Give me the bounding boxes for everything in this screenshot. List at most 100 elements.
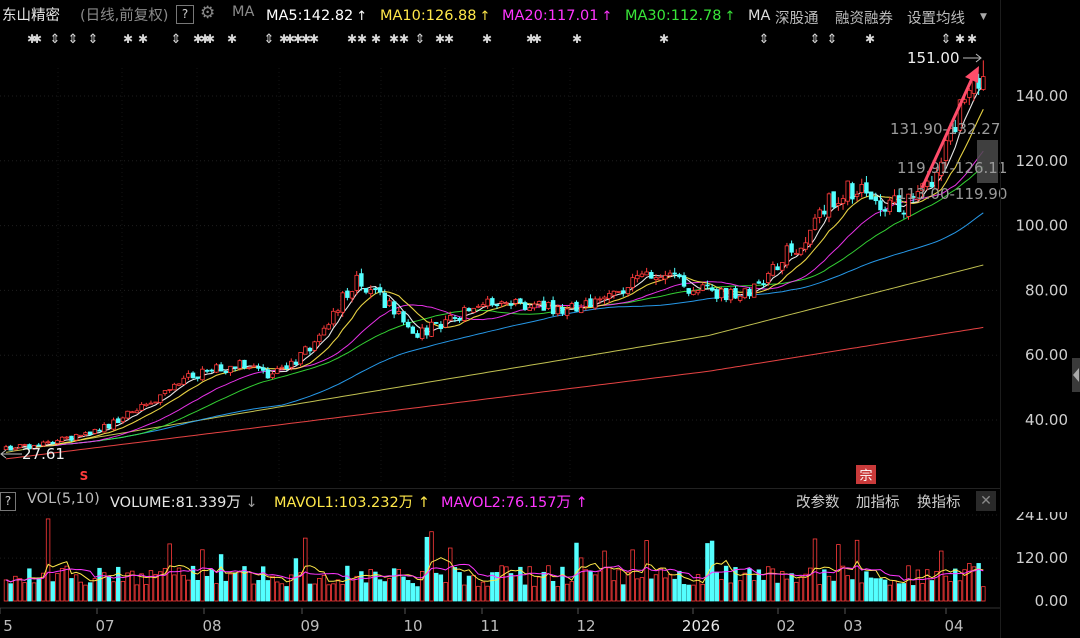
price-chart[interactable]: 140.00120.00100.0080.0060.0040.00✱✱ ⇕ ⇕ ⇕ ✱ ✱… bbox=[0, 28, 1080, 488]
volume-bar bbox=[462, 584, 467, 602]
expand-panel-handle[interactable] bbox=[1072, 358, 1080, 392]
candle bbox=[812, 213, 818, 231]
candle-body bbox=[817, 209, 822, 218]
candle-body bbox=[204, 369, 210, 372]
dropdown-caret-icon[interactable]: ▼ bbox=[980, 12, 987, 22]
volume-help-icon[interactable]: ? bbox=[0, 492, 16, 511]
star-marker: ✱ bbox=[532, 32, 542, 46]
volume-bars bbox=[3, 518, 986, 602]
candle bbox=[663, 270, 668, 285]
stock-name[interactable]: 东山精密 bbox=[2, 4, 60, 25]
help-icon[interactable]: ? bbox=[176, 5, 194, 24]
up-down-marker: ⇕ bbox=[810, 32, 821, 47]
candle-body bbox=[246, 367, 252, 369]
candle-body bbox=[139, 403, 144, 411]
volume-bar bbox=[677, 570, 682, 602]
candle bbox=[434, 321, 439, 325]
candle bbox=[55, 439, 60, 445]
volume-bar bbox=[625, 571, 631, 602]
price-mode[interactable]: (日线,前复权) bbox=[80, 4, 168, 25]
candle-body bbox=[527, 307, 532, 311]
candle bbox=[471, 307, 476, 313]
candle-body bbox=[144, 403, 149, 407]
volume-bar bbox=[868, 577, 874, 602]
volume-bar bbox=[906, 565, 911, 602]
header-tool-1[interactable]: 融资融券 bbox=[835, 7, 893, 28]
candle bbox=[293, 359, 299, 366]
volume-bar bbox=[452, 567, 458, 602]
volume-bar bbox=[639, 577, 645, 602]
volume-bar bbox=[583, 569, 589, 602]
change-params-button[interactable]: 改参数 bbox=[796, 491, 840, 512]
header-tool-2[interactable]: 设置均线 bbox=[907, 7, 965, 28]
candle bbox=[794, 249, 799, 255]
candle-body bbox=[887, 199, 892, 213]
candle-body bbox=[462, 307, 467, 321]
ma-label[interactable]: MA bbox=[232, 4, 254, 20]
candle-body bbox=[289, 360, 294, 368]
candle-body bbox=[808, 229, 813, 245]
event-marker-label: 宗 bbox=[859, 468, 872, 484]
candle bbox=[513, 298, 518, 307]
volume-bar bbox=[845, 575, 850, 602]
volume-bar bbox=[700, 583, 705, 602]
candle-body bbox=[485, 298, 490, 307]
candle-body bbox=[78, 434, 84, 437]
candle bbox=[808, 229, 813, 248]
volume-bar bbox=[611, 580, 617, 602]
volume-bar bbox=[204, 575, 210, 602]
ma-item-0[interactable]: MA5:142.82 ↑ bbox=[266, 8, 367, 24]
volume-bar bbox=[896, 583, 902, 602]
volume-bar bbox=[260, 566, 266, 602]
candle bbox=[850, 181, 855, 204]
candle-body bbox=[476, 305, 481, 308]
candle bbox=[621, 287, 626, 297]
price-range-label: 119.91-126.11 bbox=[897, 159, 1007, 177]
candle bbox=[162, 390, 168, 396]
star-marker: ✱ bbox=[357, 32, 367, 46]
candle-body bbox=[709, 287, 715, 291]
volume-bar bbox=[410, 583, 416, 602]
volume-bar bbox=[513, 575, 518, 602]
candle-body bbox=[616, 290, 621, 293]
stock-chart-app: 东山精密 (日线,前复权) ? ⚙ MA MA5:142.82 ↑ MA10:126… bbox=[0, 0, 1080, 638]
candle-body bbox=[564, 308, 570, 316]
volume-bar bbox=[279, 583, 285, 602]
candle bbox=[125, 410, 130, 420]
candle-body bbox=[578, 307, 584, 314]
candle bbox=[443, 315, 448, 328]
add-indicator-button[interactable]: 加指标 bbox=[856, 491, 900, 512]
header-tool-0[interactable]: 深股通 bbox=[775, 7, 819, 28]
close-icon[interactable]: ✕ bbox=[976, 491, 996, 511]
candle bbox=[116, 416, 121, 424]
gear-icon[interactable]: ⚙ bbox=[200, 3, 215, 23]
candle bbox=[298, 352, 303, 367]
ma-item-3[interactable]: MA30:112.78 ↑ bbox=[625, 8, 735, 24]
x-axis-label: 12 bbox=[576, 617, 595, 635]
ma-item-1[interactable]: MA10:126.88 ↑ bbox=[380, 8, 490, 24]
volume-bar bbox=[111, 581, 116, 602]
volume-bar bbox=[69, 578, 74, 602]
candle-body bbox=[836, 203, 841, 206]
candle-body bbox=[312, 341, 317, 351]
candle-body bbox=[134, 410, 140, 414]
volume-indicator-name[interactable]: VOL(5,10) bbox=[27, 491, 100, 507]
ma-item-4[interactable]: MA bbox=[748, 8, 770, 24]
candle-body bbox=[756, 281, 762, 284]
star-marker: ✱ bbox=[967, 32, 977, 46]
switch-indicator-button[interactable]: 换指标 bbox=[917, 491, 961, 512]
candle-body bbox=[111, 419, 116, 430]
volume-bar bbox=[794, 581, 799, 602]
volume-bar bbox=[522, 584, 528, 602]
volume-bar bbox=[593, 574, 598, 602]
star-marker: ✱ bbox=[659, 32, 669, 46]
volume-bar bbox=[195, 579, 200, 602]
candle bbox=[644, 267, 649, 276]
volume-bar bbox=[663, 577, 668, 602]
volume-bar bbox=[887, 584, 892, 602]
volume-bar bbox=[485, 585, 490, 602]
ma-item-2[interactable]: MA20:117.01 ↑ bbox=[502, 8, 612, 24]
candle-body bbox=[284, 365, 289, 369]
volume-chart[interactable]: 241.00 120.00 0.00 5 07 08 09 10 11 12 2026 02 03 04 bbox=[0, 512, 1080, 638]
candle bbox=[532, 301, 537, 311]
